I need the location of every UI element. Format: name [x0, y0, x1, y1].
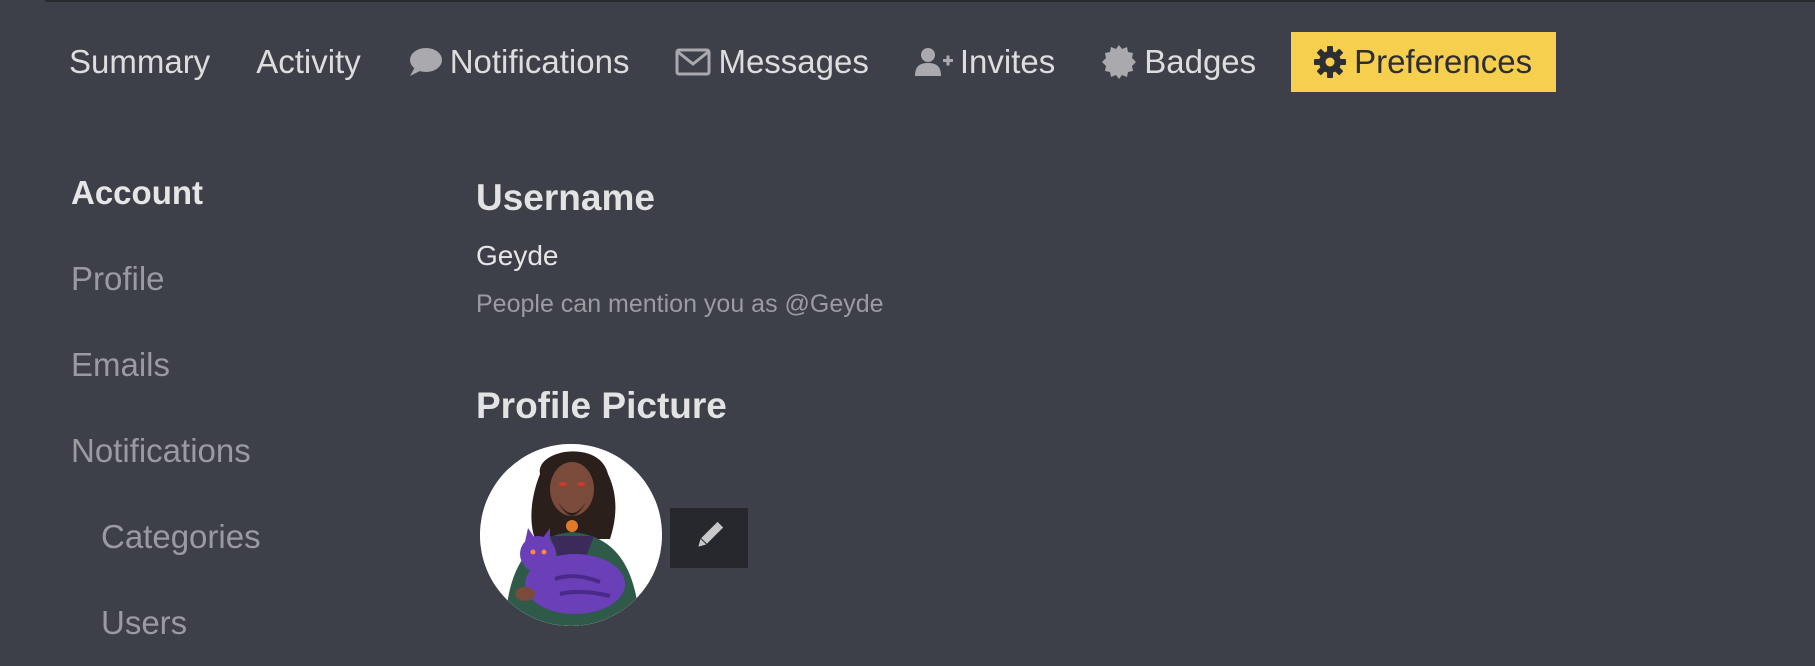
pencil-icon — [693, 520, 725, 557]
sidebar-item-emails[interactable]: Emails — [71, 322, 401, 408]
tab-summary[interactable]: Summary — [46, 32, 233, 92]
tab-activity-label: Activity — [256, 43, 361, 80]
profile-picture-heading: Profile Picture — [476, 385, 727, 426]
tab-invites-label: Invites — [959, 43, 1056, 80]
gear-icon — [1313, 45, 1347, 79]
sidebar-item-account[interactable]: Account — [71, 150, 401, 236]
user-plus-icon — [914, 47, 953, 77]
tab-invites[interactable]: Invites — [892, 32, 1078, 92]
certificate-icon — [1101, 44, 1137, 80]
user-nav-tabs: Summary Activity Notifications Messages — [46, 32, 1557, 92]
tab-activity[interactable]: Activity — [233, 32, 384, 92]
sidebar-item-profile[interactable]: Profile — [71, 236, 401, 322]
sidebar-item-categories[interactable]: Categories — [71, 494, 401, 580]
profile-picture-row — [480, 444, 748, 626]
sidebar-item-users[interactable]: Users — [71, 580, 401, 666]
tab-summary-label: Summary — [69, 43, 211, 80]
tab-messages[interactable]: Messages — [652, 32, 891, 92]
username-section: Username Geyde People can mention you as… — [476, 170, 884, 319]
tab-preferences-label: Preferences — [1354, 43, 1533, 80]
tab-notifications-label: Notifications — [449, 43, 630, 80]
preferences-sidebar: Account Profile Emails Notifications Cat… — [71, 150, 401, 666]
edit-profile-picture-button[interactable] — [670, 508, 748, 568]
avatar — [480, 444, 662, 626]
top-divider — [45, 0, 1815, 2]
sidebar-item-notifications[interactable]: Notifications — [71, 408, 401, 494]
username-value: Geyde — [476, 240, 559, 271]
tab-badges[interactable]: Badges — [1078, 32, 1279, 92]
username-heading: Username — [476, 177, 655, 218]
profile-picture-section: Profile Picture — [476, 378, 727, 434]
tab-notifications[interactable]: Notifications — [384, 32, 653, 92]
tab-messages-label: Messages — [718, 43, 869, 80]
envelope-icon — [675, 47, 711, 77]
tab-badges-label: Badges — [1144, 43, 1257, 80]
username-helper-text: People can mention you as @Geyde — [476, 290, 884, 318]
tab-preferences[interactable]: Preferences — [1291, 32, 1557, 92]
comment-icon — [407, 46, 443, 78]
